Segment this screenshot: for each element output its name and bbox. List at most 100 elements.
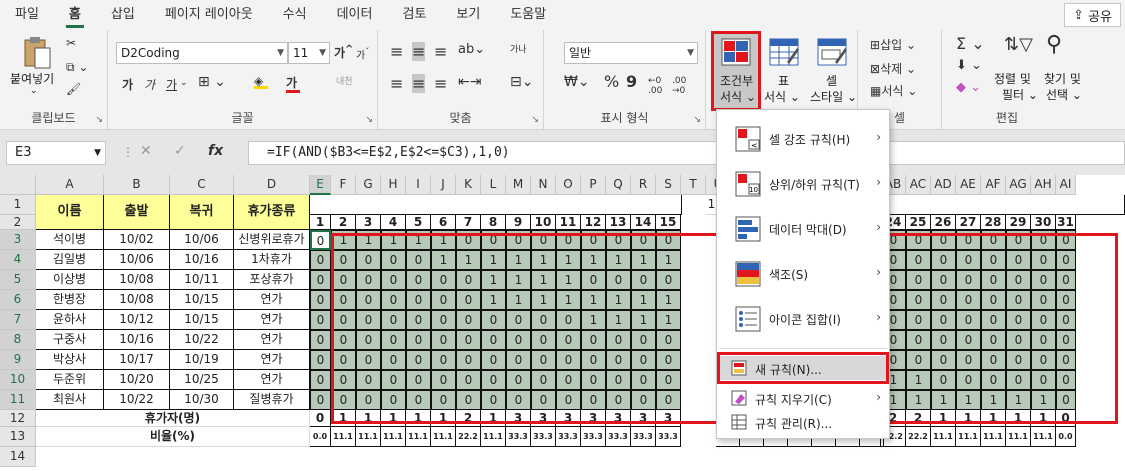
- row-header[interactable]: 2: [0, 215, 36, 230]
- delete-cells-button[interactable]: ⊠삭제 ⌄: [870, 60, 916, 77]
- leave-flag-cell[interactable]: 0: [406, 250, 431, 270]
- leave-flag-cell[interactable]: 0: [931, 250, 956, 270]
- leave-flag-cell[interactable]: 0: [556, 390, 581, 410]
- leave-flag-cell[interactable]: 0: [656, 390, 681, 410]
- leave-flag-cell[interactable]: 0: [431, 270, 456, 290]
- leave-flag-cell[interactable]: 1: [556, 290, 581, 310]
- leave-flag-cell[interactable]: 0: [581, 350, 606, 370]
- leave-flag-cell[interactable]: 1: [506, 250, 531, 270]
- leave-flag-cell[interactable]: 0: [481, 230, 506, 250]
- column-header[interactable]: B: [104, 175, 170, 195]
- leave-flag-cell[interactable]: 1: [656, 290, 681, 310]
- leave-flag-cell[interactable]: 0: [1056, 250, 1076, 270]
- leave-flag-cell[interactable]: 0: [531, 370, 556, 390]
- copy-icon[interactable]: ⧉ ⌄: [66, 60, 88, 75]
- find-select-label[interactable]: 찾기 및: [1044, 70, 1081, 87]
- leave-flag-cell[interactable]: 0: [906, 250, 931, 270]
- leave-flag-cell[interactable]: 1: [981, 390, 1006, 410]
- leave-flag-cell[interactable]: 0: [656, 370, 681, 390]
- leave-flag-cell[interactable]: 0: [1031, 310, 1056, 330]
- leave-type[interactable]: 신병위로휴가: [234, 230, 310, 250]
- leave-flag-cell[interactable]: 1: [406, 230, 431, 250]
- row-header[interactable]: 7: [0, 310, 36, 330]
- leave-flag-cell[interactable]: 0: [631, 230, 656, 250]
- tab-1[interactable]: 홈: [54, 0, 96, 30]
- leave-flag-cell[interactable]: 0: [310, 230, 331, 250]
- tab-0[interactable]: 파일: [0, 0, 54, 30]
- leave-flag-cell[interactable]: 0: [531, 330, 556, 350]
- person-name[interactable]: 두준위: [36, 370, 104, 390]
- column-header[interactable]: AH: [1031, 175, 1056, 195]
- return-date[interactable]: 10/16: [170, 250, 234, 270]
- leave-flag-cell[interactable]: 1: [431, 250, 456, 270]
- leave-flag-cell[interactable]: 1: [606, 310, 631, 330]
- align-left-icon[interactable]: ≡: [390, 74, 403, 93]
- leave-flag-cell[interactable]: 0: [1056, 330, 1076, 350]
- number-launcher-icon[interactable]: ↘: [693, 115, 701, 125]
- leave-flag-cell[interactable]: 1: [556, 250, 581, 270]
- leave-flag-cell[interactable]: 0: [956, 270, 981, 290]
- row-header[interactable]: 6: [0, 290, 36, 310]
- leave-flag-cell[interactable]: 0: [406, 270, 431, 290]
- leave-type[interactable]: 1차휴가: [234, 250, 310, 270]
- leave-flag-cell[interactable]: 0: [356, 290, 381, 310]
- leave-flag-cell[interactable]: 0: [1031, 350, 1056, 370]
- menu-item-icon-sets[interactable]: 아이콘 집합(I) ›: [717, 298, 889, 340]
- leave-flag-cell[interactable]: 0: [1056, 390, 1076, 410]
- menu-item-manage-rules[interactable]: 규칙 관리(R)...: [717, 410, 889, 434]
- cell-styles-button[interactable]: 셀 스타일 ⌄: [808, 34, 857, 108]
- leave-flag-cell[interactable]: 1: [606, 250, 631, 270]
- column-header[interactable]: S: [656, 175, 681, 195]
- leave-flag-cell[interactable]: 0: [631, 390, 656, 410]
- format-as-table-button[interactable]: 표 서식 ⌄: [762, 34, 806, 108]
- leave-flag-cell[interactable]: 0: [956, 290, 981, 310]
- align-bottom-icon[interactable]: ≡: [434, 42, 447, 61]
- leave-flag-cell[interactable]: 0: [506, 230, 531, 250]
- return-date[interactable]: 10/06: [170, 230, 234, 250]
- leave-flag-cell[interactable]: 1: [1031, 390, 1056, 410]
- leave-flag-cell[interactable]: 1: [631, 310, 656, 330]
- leave-flag-cell[interactable]: 0: [956, 310, 981, 330]
- column-header[interactable]: N: [531, 175, 556, 195]
- leave-flag-cell[interactable]: 1: [581, 310, 606, 330]
- font-launcher-icon[interactable]: ↘: [365, 115, 373, 125]
- row-header[interactable]: 14: [0, 447, 36, 467]
- leave-flag-cell[interactable]: 0: [310, 250, 331, 270]
- leave-flag-cell[interactable]: 0: [1031, 330, 1056, 350]
- tab-6[interactable]: 검토: [387, 0, 441, 30]
- column-header[interactable]: C: [170, 175, 234, 195]
- leave-flag-cell[interactable]: 0: [581, 270, 606, 290]
- format-cells-button[interactable]: ▦서식 ⌄: [870, 82, 917, 99]
- column-header[interactable]: AG: [1006, 175, 1031, 195]
- tab-2[interactable]: 삽입: [96, 0, 150, 30]
- enter-icon[interactable]: ✓: [174, 143, 186, 159]
- leave-flag-cell[interactable]: 0: [906, 350, 931, 370]
- leave-flag-cell[interactable]: 0: [331, 350, 356, 370]
- column-header[interactable]: R: [631, 175, 656, 195]
- share-button[interactable]: ⇪ 공유: [1064, 3, 1121, 27]
- leave-flag-cell[interactable]: 0: [331, 250, 356, 270]
- row-header[interactable]: 12: [0, 410, 36, 427]
- leave-flag-cell[interactable]: 1: [381, 230, 406, 250]
- leave-type[interactable]: 연가: [234, 330, 310, 350]
- number-format-select[interactable]: 일반 ▼: [564, 42, 698, 64]
- leave-flag-cell[interactable]: 0: [406, 330, 431, 350]
- column-header[interactable]: AC: [906, 175, 931, 195]
- column-header[interactable]: K: [456, 175, 481, 195]
- return-date[interactable]: 10/30: [170, 390, 234, 410]
- tab-7[interactable]: 보기: [441, 0, 495, 30]
- find-select-icon[interactable]: ⚲: [1046, 32, 1062, 57]
- format-painter-icon[interactable]: 🖌: [66, 82, 81, 96]
- leave-flag-cell[interactable]: 0: [456, 370, 481, 390]
- tab-4[interactable]: 수식: [268, 0, 322, 30]
- leave-flag-cell[interactable]: 0: [606, 270, 631, 290]
- person-name[interactable]: 최원사: [36, 390, 104, 410]
- leave-flag-cell[interactable]: 0: [331, 290, 356, 310]
- leave-flag-cell[interactable]: 0: [456, 230, 481, 250]
- leave-flag-cell[interactable]: 0: [656, 330, 681, 350]
- leave-flag-cell[interactable]: 0: [431, 370, 456, 390]
- leave-flag-cell[interactable]: 0: [981, 330, 1006, 350]
- leave-flag-cell[interactable]: 0: [531, 230, 556, 250]
- column-header[interactable]: AD: [931, 175, 956, 195]
- leave-flag-cell[interactable]: 0: [356, 310, 381, 330]
